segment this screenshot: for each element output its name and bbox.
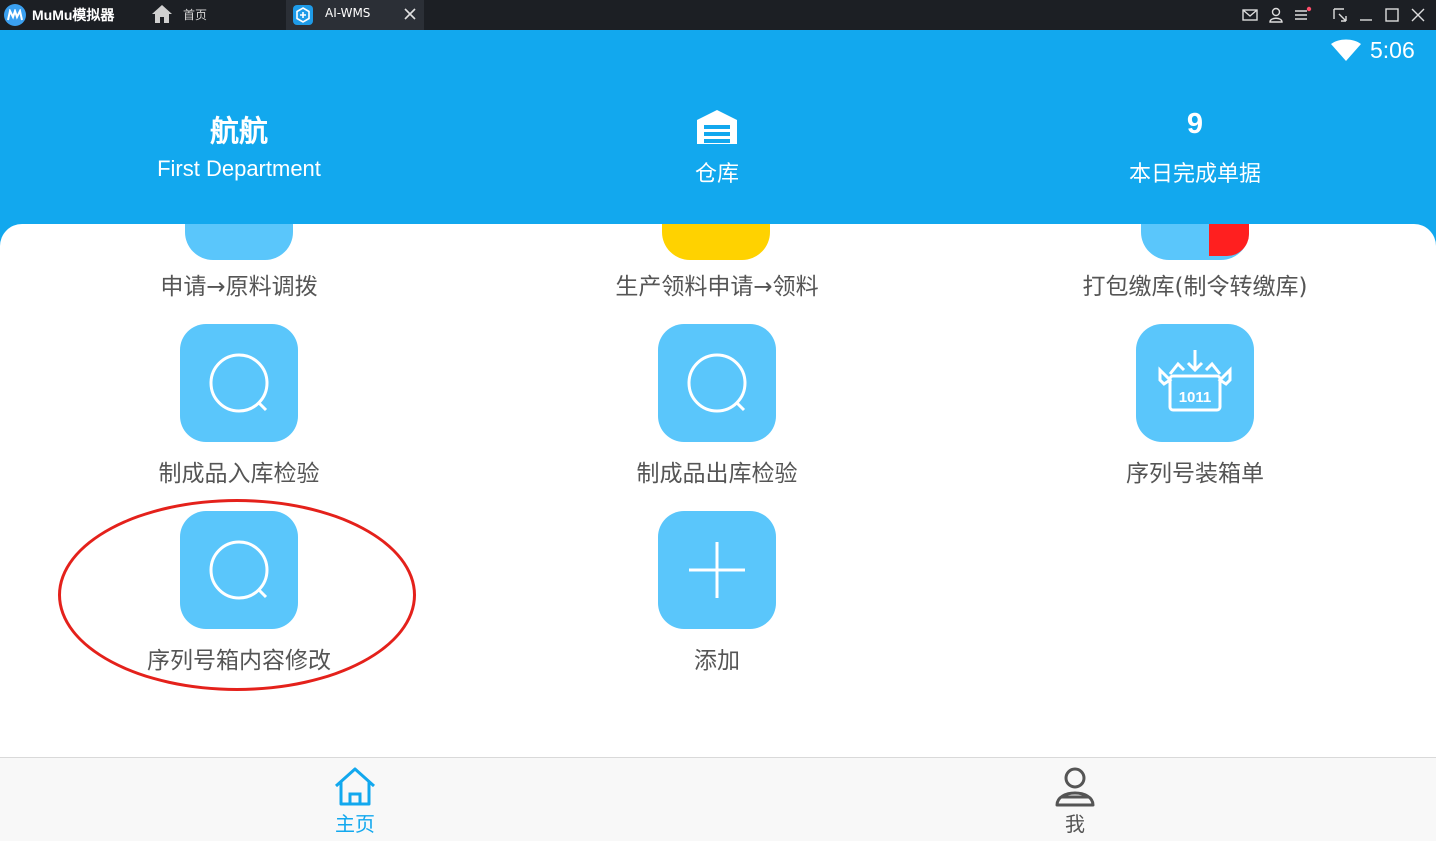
- nav-home-label: 主页: [335, 812, 375, 836]
- box-1011-icon: 1011: [1158, 350, 1232, 412]
- status-time: 5:06: [1370, 37, 1415, 63]
- nav-me[interactable]: 我: [1015, 758, 1135, 841]
- tab-home-label: 首页: [183, 8, 208, 22]
- tile-partial-3[interactable]: [1141, 224, 1249, 260]
- tile-partial-2[interactable]: [662, 224, 770, 260]
- close-window-icon[interactable]: [1408, 5, 1428, 25]
- tile-icon-box[interactable]: [658, 511, 776, 629]
- close-tab-icon[interactable]: [400, 4, 420, 24]
- tile-add[interactable]: 添加: [478, 511, 956, 681]
- tab-ai-wms[interactable]: AI-WMS: [286, 0, 424, 30]
- user-department: First Department: [157, 156, 321, 181]
- ai-wms-app-icon: [293, 5, 313, 25]
- user-info[interactable]: 航航 First Department: [0, 108, 478, 182]
- bottom-nav: 主页 我: [0, 757, 1436, 841]
- warehouse-selector[interactable]: 仓库: [478, 108, 956, 188]
- nav-home[interactable]: 主页: [295, 758, 415, 841]
- home-icon: [152, 5, 172, 23]
- user-name: 航航: [209, 116, 268, 148]
- tile-label: 制成品出库检验: [636, 461, 798, 487]
- fullscreen-icon[interactable]: [1330, 5, 1350, 25]
- plus-icon: [689, 542, 745, 598]
- minimize-icon[interactable]: [1356, 5, 1376, 25]
- tile-label-partial-1[interactable]: 申请→原料调拨: [0, 267, 478, 301]
- search-icon: [209, 353, 269, 413]
- tile-label: 序列号装箱单: [1126, 461, 1264, 487]
- annotation-circle: [58, 499, 416, 691]
- wifi-icon: [1331, 39, 1361, 61]
- mail-icon[interactable]: [1240, 5, 1260, 25]
- tile-icon-box[interactable]: [658, 324, 776, 442]
- nav-me-label: 我: [1065, 812, 1085, 836]
- completed-label: 本日完成单据: [1128, 161, 1261, 186]
- completed-count: 9: [1186, 108, 1204, 140]
- tile-icon-box[interactable]: [180, 324, 298, 442]
- tile-label-partial-2[interactable]: 生产领料申请→领料: [478, 267, 956, 301]
- tile-label-partial-3[interactable]: 打包缴库(制令转缴库): [956, 267, 1434, 301]
- menu-icon[interactable]: [1292, 5, 1312, 25]
- tile-label: 制成品入库检验: [158, 461, 320, 487]
- tile-serial-packing-list[interactable]: 1011 序列号装箱单: [956, 324, 1434, 494]
- tab-home[interactable]: 首页: [146, 0, 284, 30]
- search-icon: [687, 353, 747, 413]
- maximize-icon[interactable]: [1382, 5, 1402, 25]
- tile-partial-1[interactable]: [185, 224, 293, 260]
- tile-finished-goods-inbound-inspection[interactable]: 制成品入库检验: [0, 324, 478, 494]
- tile-label: 添加: [694, 648, 740, 674]
- home-outline-icon: [334, 767, 376, 806]
- warehouse-label: 仓库: [694, 161, 739, 186]
- svg-text:1011: 1011: [1179, 389, 1212, 406]
- tile-finished-goods-outbound-inspection[interactable]: 制成品出库检验: [478, 324, 956, 494]
- account-icon[interactable]: [1266, 5, 1286, 25]
- emulator-titlebar: MuMu模拟器 首页 AI-WMS: [0, 0, 1436, 30]
- window-controls: [1236, 0, 1436, 30]
- emulator-app-name: MuMu模拟器: [32, 7, 115, 23]
- notification-badge: [1209, 224, 1249, 256]
- warehouse-icon: [697, 110, 737, 144]
- user-icon: [1055, 767, 1095, 807]
- mumu-logo-icon: [4, 4, 26, 26]
- tab-ai-wms-label: AI-WMS: [325, 6, 371, 20]
- completed-today[interactable]: 9 本日完成单据: [956, 108, 1434, 188]
- tile-icon-box[interactable]: 1011: [1136, 324, 1254, 442]
